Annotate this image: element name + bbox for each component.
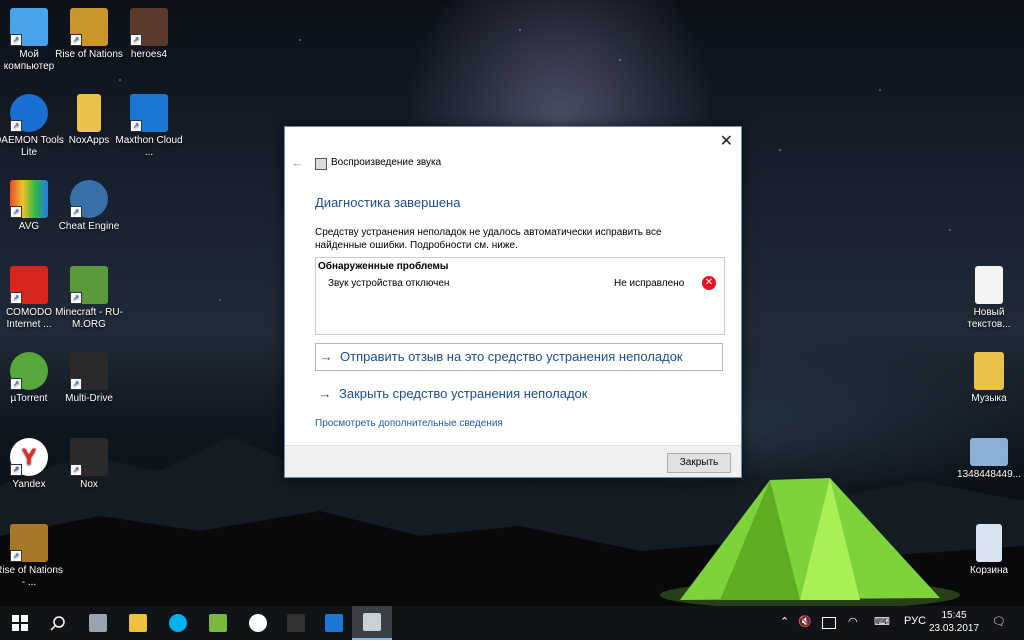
problem-name: Звук устройства отключен [328,278,450,289]
close-icon[interactable]: ✕ [720,131,733,151]
desktop-icon-new-text-document[interactable]: Новый текстов... [954,266,1024,331]
image-file-icon [970,438,1008,466]
rise-of-nations-icon: ↗ [10,524,48,562]
view-more-info-link[interactable]: Просмотреть дополнительные сведения [315,418,503,429]
dialog-footer: Закрыть [285,445,741,477]
avg-icon: ↗ [10,180,48,218]
search-icon [50,616,65,631]
taskbar-app-maxthon[interactable] [314,606,354,640]
description-text: Средству устранения неполадок не удалось… [315,227,662,251]
dialog-title: Воспроизведение звука [331,157,442,168]
android-app-icon [209,614,227,632]
nox-icon [287,614,305,632]
desktop-icon-heroes4[interactable]: ↗ heroes4 [114,8,184,61]
close-troubleshooter-command[interactable]: → Закрыть средство устранения неполадок [315,381,721,407]
taskbar-app-skype[interactable] [158,606,198,640]
green-tent [660,478,960,606]
arrow-right-icon: → [318,386,332,401]
close-button[interactable]: Закрыть [667,453,731,473]
desktop-icon-music[interactable]: Музыка [954,352,1024,405]
taskbar-app-nox[interactable] [276,606,316,640]
desktop-icon-rise-of-nations-2[interactable]: ↗ Rise of Nations - ... [0,524,64,589]
daemon-tools-icon: ↗ [10,94,48,132]
problems-list: Обнаруженные проблемы Звук устройства от… [315,257,725,335]
cheat-engine-icon: ↗ [70,180,108,218]
keyboard-icon[interactable]: ⌨ [874,615,890,628]
start-icon [12,615,28,631]
utorrent-icon: ↗ [10,352,48,390]
minecraft-icon: ↗ [70,266,108,304]
page-heading: Диагностика завершена [315,195,461,210]
search-button[interactable] [38,606,78,640]
desktop-icon-multi-drive[interactable]: ↗ Multi-Drive [54,352,124,405]
desktop: ↗ Мой компьютер ↗ Rise of Nations ↗ hero… [0,0,1024,606]
error-icon: ✕ [702,276,716,290]
taskbar-app-yandex-browser[interactable] [238,606,278,640]
start-button[interactable] [0,606,40,640]
troubleshooter-dialog: ✕ ← Воспроизведение звука Диагностика за… [284,126,742,478]
file-explorer-icon [129,614,147,632]
desktop-icon-minecraft[interactable]: ↗ Minecraft - RU-M.ORG [54,266,124,331]
heroes4-icon: ↗ [130,8,168,46]
computer-icon: ↗ [10,8,48,46]
language-indicator[interactable]: РУС [904,615,926,627]
battery-icon[interactable] [822,617,836,629]
taskbar-app-task-view[interactable] [78,606,118,640]
recycle-bin-icon [976,524,1002,562]
desktop-icon-image-file[interactable]: 1348448449... [954,438,1024,481]
folder-icon [77,94,101,132]
yandex-browser-icon [249,614,267,632]
maxthon-icon: ↗ [130,94,168,132]
rise-of-nations-icon: ↗ [70,8,108,46]
music-folder-icon [974,352,1004,390]
problem-status: Не исправлено [614,278,685,289]
volume-muted-icon[interactable]: 🔇 [798,615,812,628]
maxthon-icon [325,614,343,632]
troubleshooter-icon [315,158,327,170]
desktop-icon-nox[interactable]: ↗ Nox [54,438,124,491]
desktop-icon-maxthon[interactable]: ↗ Maxthon Cloud ... [114,94,184,159]
comodo-icon: ↗ [10,266,48,304]
taskbar: ⌃ 🔇 ◠ ⌨ РУС 15:45 23.03.2017 🗨 [0,606,1024,640]
skype-icon [169,614,187,632]
troubleshooter-icon [363,613,381,631]
desktop-icon-recycle-bin[interactable]: Корзина [954,524,1024,577]
clock-time: 15:45 [941,610,967,621]
notifications-icon[interactable]: 🗨 [992,615,1006,628]
nox-multidrive-icon: ↗ [70,352,108,390]
desktop-icon-cheat-engine[interactable]: ↗ Cheat Engine [54,180,124,233]
clock-date: 23.03.2017 [928,623,980,634]
chevron-up-icon[interactable]: ⌃ [780,615,789,628]
send-feedback-command[interactable]: → Отправить отзыв на это средство устране… [315,343,723,371]
back-arrow-icon[interactable]: ← [291,155,304,170]
taskbar-app-android[interactable] [198,606,238,640]
nox-icon: ↗ [70,438,108,476]
text-document-icon [975,266,1003,304]
taskbar-app-file-explorer[interactable] [118,606,158,640]
yandex-icon: Y ↗ [10,438,48,476]
taskbar-app-troubleshooter[interactable] [352,606,392,640]
wifi-icon[interactable]: ◠ [848,615,858,628]
arrow-right-icon: → [319,349,333,364]
clock[interactable]: 15:45 23.03.2017 [928,609,980,635]
problems-header: Обнаруженные проблемы [318,261,449,272]
task-view-icon [89,614,107,632]
